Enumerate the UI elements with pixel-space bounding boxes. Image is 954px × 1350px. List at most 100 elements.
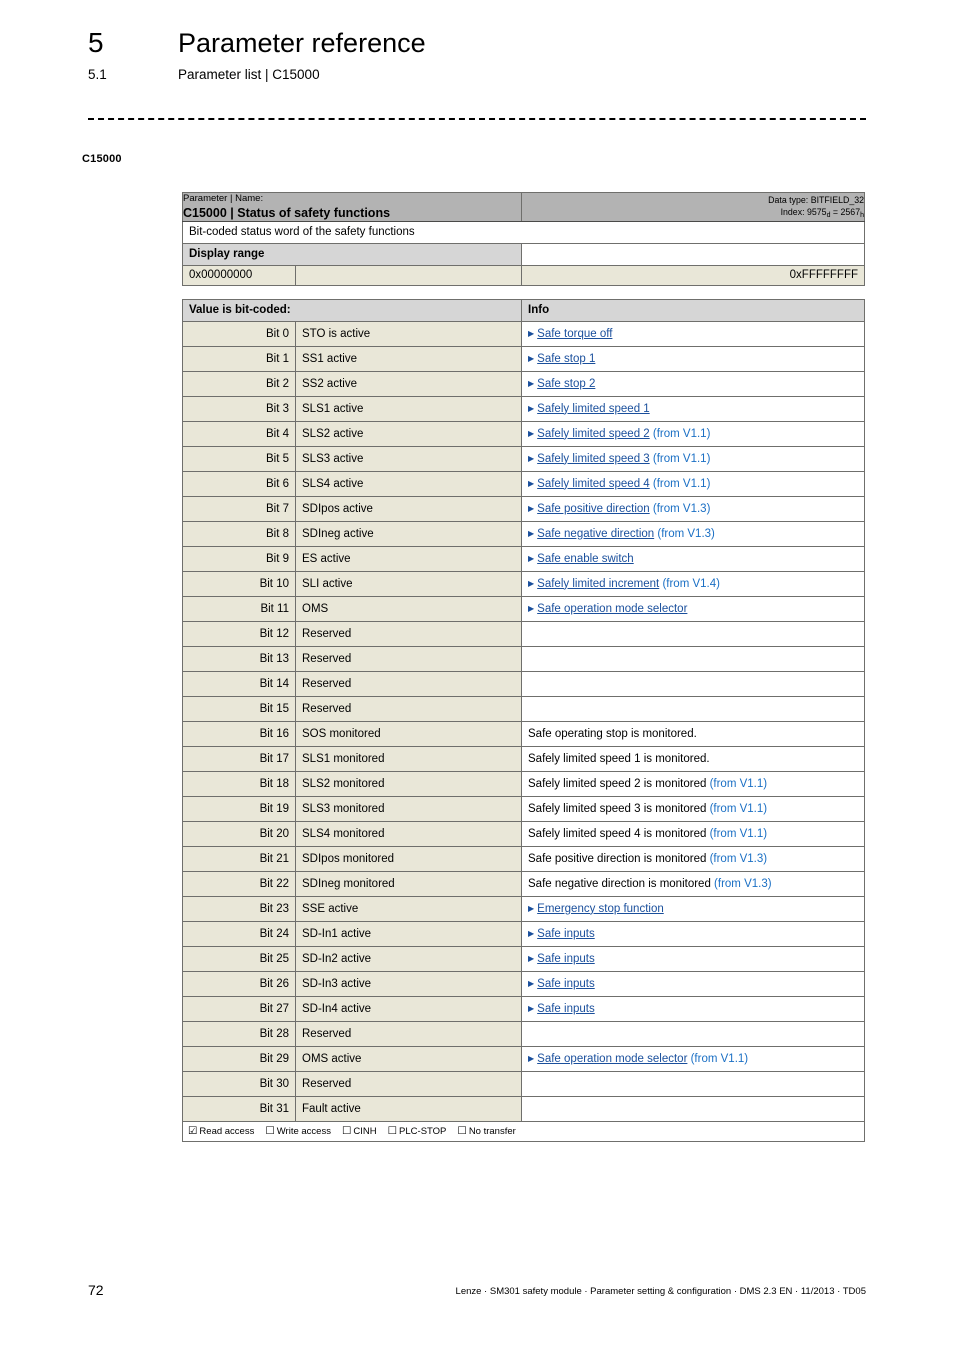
cross-reference-arrow-icon: ▶ <box>528 528 535 538</box>
bit-name-cell: SDIpos active <box>294 496 523 522</box>
bit-info-cell <box>521 1071 866 1097</box>
bit-info-cell[interactable]: ▶ Safe positive direction (from V1.3) <box>521 496 866 522</box>
parameter-title: C15000 | Status of safety functions <box>183 206 391 220</box>
bit-name-cell: SLS1 monitored <box>294 746 523 772</box>
chapter-heading: 5 Parameter reference 5.1 Parameter list… <box>88 26 888 84</box>
bit-info-cell[interactable]: ▶ Safe torque off <box>521 321 866 347</box>
bit-info-cell <box>521 1096 866 1122</box>
bit-info-cell[interactable]: ▶ Safe inputs <box>521 971 866 997</box>
breadcrumb: Parameter list | C15000 <box>178 67 320 82</box>
access-option-read-access[interactable]: ☑ Read access <box>188 1125 255 1137</box>
access-option-write-access[interactable]: ☐ Write access <box>265 1125 331 1137</box>
access-option-plc-stop[interactable]: ☐ PLC-STOP <box>388 1125 447 1137</box>
bit-number-cell: Bit 29 <box>182 1046 296 1072</box>
index-equals: = <box>830 206 841 217</box>
cross-reference-link[interactable]: Safe enable switch <box>537 553 634 565</box>
cross-reference-link[interactable]: Safe inputs <box>537 953 595 965</box>
cross-reference-link[interactable]: Safe positive direction <box>537 503 650 515</box>
bit-info-cell[interactable]: ▶ Safe operation mode selector <box>521 596 866 622</box>
bit-number-cell: Bit 15 <box>182 696 296 722</box>
table-row: Bit 0 STO is active ▶ Safe torque off <box>182 321 866 347</box>
cross-reference-link[interactable]: Safely limited speed 4 <box>537 478 650 490</box>
bit-info-text: Safely limited speed 4 is monitored <box>528 827 710 840</box>
bit-info-cell[interactable]: ▶ Safe enable switch <box>521 546 866 572</box>
access-option-no-transfer[interactable]: ☐ No transfer <box>457 1125 515 1137</box>
bit-info-cell <box>521 646 866 672</box>
version-note: (from V1.1) <box>709 827 768 840</box>
bit-info-cell[interactable]: ▶ Safely limited speed 1 <box>521 396 866 422</box>
section-number: 5.1 <box>88 67 107 82</box>
table-row: Bit 4 SLS2 active ▶ Safely limited speed 2 … <box>182 421 866 447</box>
cross-reference-link[interactable]: Safe stop 1 <box>537 353 595 365</box>
bit-info-cell[interactable]: ▶ Safe stop 1 <box>521 346 866 372</box>
bit-info-cell[interactable]: ▶ Safe operation mode selector (from V1.1… <box>521 1046 866 1072</box>
table-row: Bit 15 Reserved <box>182 696 866 722</box>
bit-number-cell: Bit 27 <box>182 996 296 1022</box>
cross-reference-link[interactable]: Safe operation mode selector <box>537 1053 687 1065</box>
cross-reference-arrow-icon: ▶ <box>528 428 535 438</box>
bit-number-cell: Bit 5 <box>182 446 296 472</box>
cross-reference-link[interactable]: Safely limited increment <box>537 578 659 590</box>
table-row: Bit 29 OMS active ▶ Safe operation mode sel… <box>182 1046 866 1072</box>
parameter-title-cell: Parameter | Name: C15000 | Status of saf… <box>182 192 522 222</box>
cross-reference-link[interactable]: Emergency stop function <box>537 903 664 915</box>
version-note: (from V1.3) <box>649 502 711 515</box>
checkbox-unchecked-icon[interactable]: ☐ <box>457 1125 466 1137</box>
checkbox-checked-icon[interactable]: ☑ <box>188 1125 197 1137</box>
cross-reference-link[interactable]: Safely limited speed 2 <box>537 428 650 440</box>
cross-reference-link[interactable]: Safe operation mode selector <box>537 603 687 615</box>
checkbox-unchecked-icon[interactable]: ☐ <box>265 1125 274 1137</box>
version-note: (from V1.1) <box>687 1052 749 1065</box>
cross-reference-link[interactable]: Safe negative direction <box>537 528 654 540</box>
parameter-name-kicker: Parameter | Name: <box>183 193 264 204</box>
bit-info-cell[interactable]: ▶ Safely limited increment (from V1.4) <box>521 571 866 597</box>
bit-info-cell[interactable]: ▶ Safe stop 2 <box>521 371 866 397</box>
bit-name-cell: SD-In2 active <box>294 946 523 972</box>
cross-reference-link[interactable]: Safely limited speed 1 <box>537 403 650 415</box>
cross-reference-link[interactable]: Safely limited speed 3 <box>537 453 650 465</box>
bit-number-cell: Bit 22 <box>182 871 296 897</box>
table-row: Bit 22 SDIneg monitored Safe negative dire… <box>182 871 866 897</box>
bit-info-cell[interactable]: ▶ Safe inputs <box>521 921 866 947</box>
bit-number-cell: Bit 23 <box>182 896 296 922</box>
index-dec-value: 9575 <box>807 206 827 217</box>
bit-number-cell: Bit 11 <box>182 596 296 622</box>
bit-info-cell[interactable]: ▶ Safe inputs <box>521 996 866 1022</box>
access-option-cinh[interactable]: ☐ CINH <box>342 1125 377 1137</box>
checkbox-unchecked-icon[interactable]: ☐ <box>388 1125 397 1137</box>
bit-info-cell[interactable]: ▶ Safely limited speed 4 (from V1.1) <box>521 471 866 497</box>
bit-name-cell: SLS3 monitored <box>294 796 523 822</box>
cross-reference-link[interactable]: Safe inputs <box>537 978 595 990</box>
bit-info-cell[interactable]: ▶ Safe inputs <box>521 946 866 972</box>
cross-reference-arrow-icon: ▶ <box>528 553 535 563</box>
bit-info-cell: Safely limited speed 1 is monitored. <box>521 746 866 772</box>
bit-name-cell: SS1 active <box>294 346 523 372</box>
bit-number-cell: Bit 28 <box>182 1021 296 1047</box>
display-range-header-blank <box>521 243 865 266</box>
bit-name-cell: SLS1 active <box>294 396 523 422</box>
margin-parameter-label: C15000 <box>82 153 122 165</box>
version-note: (from V1.1) <box>709 777 768 790</box>
version-note: (from V1.3) <box>654 527 715 540</box>
bit-info-cell[interactable]: ▶ Safe negative direction (from V1.3) <box>521 521 866 547</box>
display-range-header-row: Display range <box>182 243 865 266</box>
cross-reference-link[interactable]: Safe stop 2 <box>537 378 595 390</box>
bit-info-cell[interactable]: ▶ Emergency stop function <box>521 896 866 922</box>
bit-name-cell: SLS4 active <box>294 471 523 497</box>
checkbox-unchecked-icon[interactable]: ☐ <box>342 1125 351 1137</box>
bit-info-text: Safe positive direction is monitored <box>528 852 710 865</box>
bit-info-cell[interactable]: ▶ Safely limited speed 2 (from V1.1) <box>521 421 866 447</box>
bit-info-cell[interactable]: ▶ Safely limited speed 3 (from V1.1) <box>521 446 866 472</box>
table-row: Bit 7 SDIpos active ▶ Safe positive directi… <box>182 496 866 522</box>
cross-reference-link[interactable]: Safe inputs <box>537 1003 595 1015</box>
cross-reference-link[interactable]: Safe torque off <box>537 328 612 340</box>
cross-reference-arrow-icon: ▶ <box>528 478 535 488</box>
table-row: Bit 23 SSE active ▶ Emergency stop function <box>182 896 866 922</box>
cross-reference-link[interactable]: Safe inputs <box>537 928 595 940</box>
access-option-label: Read access <box>199 1126 255 1137</box>
bit-info-cell <box>521 1021 866 1047</box>
info-column-label: Info <box>521 299 866 322</box>
bit-info-cell <box>521 621 866 647</box>
index-hex-sub: h <box>860 211 864 219</box>
parameter-table: Parameter | Name: C15000 | Status of saf… <box>182 192 865 286</box>
